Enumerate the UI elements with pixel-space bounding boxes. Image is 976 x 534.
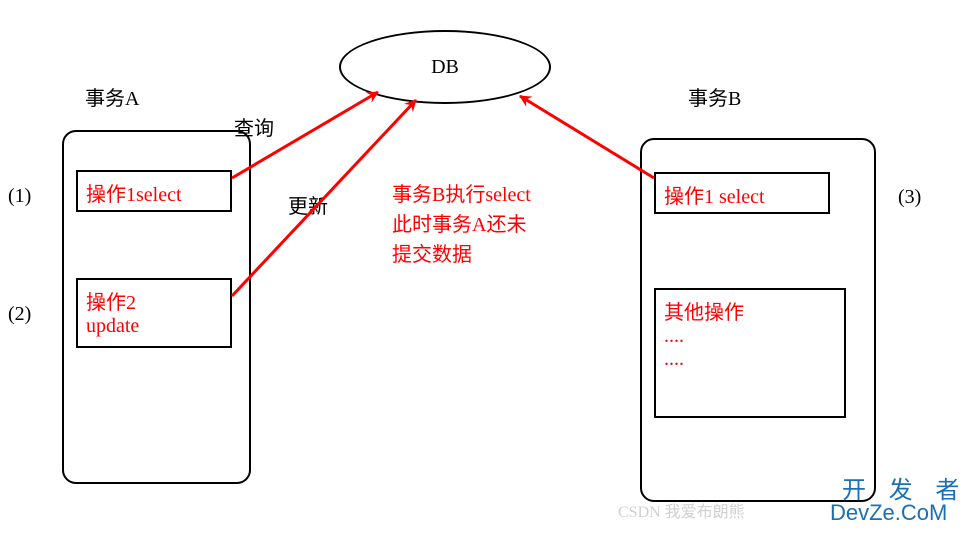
tx-a-op2-line1: 操作2 [86, 292, 136, 314]
tx-b-other-line3: .... [664, 348, 684, 370]
db-node: DB [339, 30, 551, 104]
note-line1: 事务B执行select [392, 184, 531, 206]
step-2: (2) [8, 303, 31, 326]
arrow-label-query: 查询 [234, 112, 274, 141]
note-text: 事务B执行select 此时事务A还未 提交数据 [392, 180, 531, 270]
tx-b-op1-text: 操作1 select [664, 186, 765, 208]
tx-b-title: 事务B [688, 82, 741, 111]
watermark-blue-bottom: DevZe.CoM [830, 500, 947, 526]
tx-a-op2: 操作2 update [76, 278, 232, 348]
tx-b-other-line2: .... [664, 325, 684, 347]
note-line3: 提交数据 [392, 244, 472, 266]
step-3: (3) [898, 186, 921, 209]
note-line2: 此时事务A还未 [392, 214, 526, 236]
step-1: (1) [8, 185, 31, 208]
arrow-label-update: 更新 [288, 190, 328, 219]
tx-a-op1: 操作1select [76, 170, 232, 212]
db-label: DB [431, 56, 459, 79]
tx-b-op1: 操作1 select [654, 172, 830, 214]
watermark-gray: CSDN 我爱布朗熊 [618, 498, 745, 522]
tx-a-title: 事务A [85, 82, 139, 111]
tx-a-op2-line2: update [86, 315, 139, 337]
tx-b-other-line1: 其他操作 [664, 302, 744, 324]
tx-b-other: 其他操作 .... .... [654, 288, 846, 418]
tx-a-op1-text: 操作1select [86, 184, 182, 206]
